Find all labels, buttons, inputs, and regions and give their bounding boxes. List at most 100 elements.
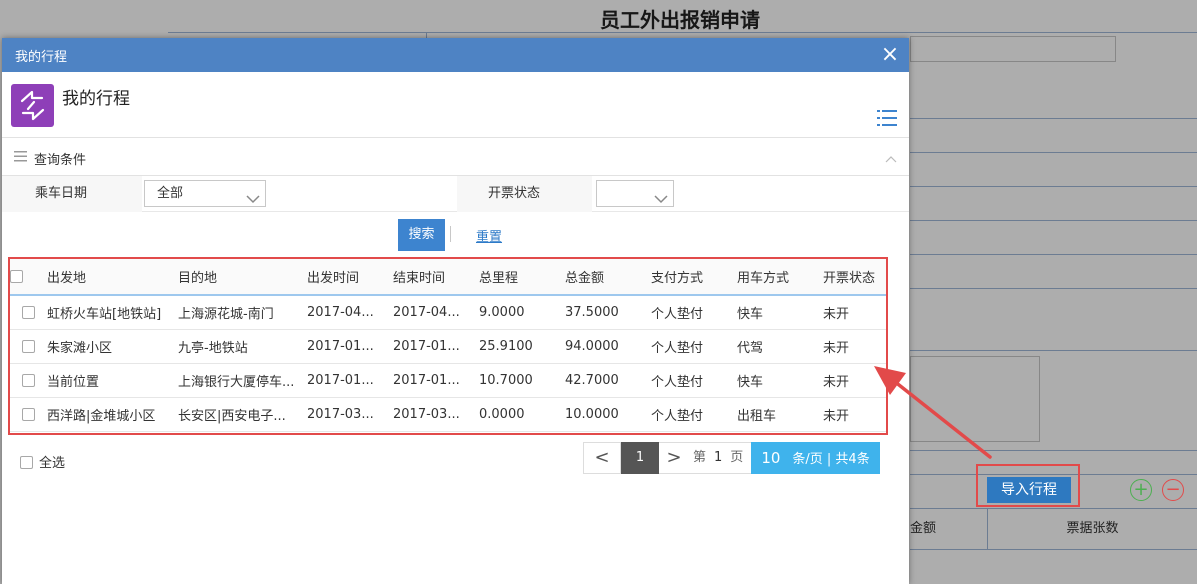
table-cell: 2017-03... [393,397,479,432]
next-page-button[interactable]: > [659,442,689,474]
table-row[interactable]: 虹桥火车站[地铁站] 上海源花城-南门 2017-04... 2017-04..… [10,295,886,330]
query-button-row: 搜索 重置 [2,212,909,258]
table-cell: 快车 [737,295,823,330]
table-cell: 当前位置 [47,363,178,398]
table-cell: 朱家滩小区 [47,329,178,364]
table-header-row: 出发地 目的地 出发时间 结束时间 总里程 总金额 支付方式 用车方式 开票状态 [10,259,886,296]
table-cell: 2017-04... [307,295,393,330]
row-select-cell[interactable] [10,397,47,432]
select-all-label: 全选 [39,456,66,471]
button-divider [450,226,451,242]
page-prefix: 第 [693,450,707,465]
row-select-cell[interactable] [10,295,47,330]
page-jump-input[interactable]: 1 [714,450,722,465]
filter-row: 乘车日期 全部 开票状态 [2,176,909,212]
table-cell: 未开 [823,363,886,398]
table-cell: 42.7000 [565,363,651,398]
table-cell: 94.0000 [565,329,651,364]
table-cell: 10.7000 [479,363,565,398]
row-select-cell[interactable] [10,363,47,398]
current-page-button[interactable]: 1 [621,442,659,474]
column-header[interactable]: 用车方式 [737,259,823,296]
row-checkbox[interactable] [22,305,35,319]
column-header[interactable]: 出发时间 [307,259,393,296]
table-cell: 2017-01... [393,329,479,364]
search-button[interactable]: 搜索 [398,219,445,251]
column-header[interactable]: 开票状态 [823,259,886,296]
dialog-header: 我的行程 × [2,38,909,72]
table-cell: 虹桥火车站[地铁站] [47,295,178,330]
table-cell: 个人垫付 [651,329,737,364]
column-header[interactable]: 出发地 [47,259,178,296]
table-cell: 快车 [737,363,823,398]
column-header[interactable]: 目的地 [178,259,307,296]
trip-table: 出发地 目的地 出发时间 结束时间 总里程 总金额 支付方式 用车方式 开票状态… [10,259,886,432]
dialog-title: 我的行程 [15,50,68,65]
ride-date-value: 全部 [157,186,184,201]
close-icon[interactable]: × [879,44,901,66]
my-trips-dialog: 我的行程 × 我的行程 查询条件 乘车日期 全部 开票状态 搜索 重置 出发地 … [2,38,909,584]
page-size-value: 10 [761,449,781,467]
page-jump: 第1页 [689,442,752,474]
invoice-status-label: 开票状态 [488,186,541,201]
table-cell: 代驾 [737,329,823,364]
page-suffix: 页 [730,450,744,465]
table-cell: 个人垫付 [651,295,737,330]
select-all-checkbox[interactable] [20,456,33,469]
table-row[interactable]: 当前位置 上海银行大厦停车... 2017-01... 2017-01... 1… [10,363,886,398]
table-cell: 九亭-地铁站 [178,329,307,364]
invoice-status-select[interactable] [596,180,674,207]
table-footer: 全选 < 1 > 第1页 10 条/页 | 共4条 [2,438,909,478]
menu-lines-icon [14,151,27,162]
table-cell: 25.9100 [479,329,565,364]
table-cell: 2017-01... [307,329,393,364]
table-cell: 2017-01... [393,363,479,398]
table-cell: 10.0000 [565,397,651,432]
table-cell: 未开 [823,329,886,364]
app-title: 我的行程 [62,89,130,109]
table-cell: 未开 [823,397,886,432]
table-cell: 2017-03... [307,397,393,432]
table-row[interactable]: 西洋路|金堆城小区 长安区|西安电子... 2017-03... 2017-03… [10,397,886,432]
row-checkbox[interactable] [22,373,35,387]
column-header[interactable]: 支付方式 [651,259,737,296]
table-cell: 0.0000 [479,397,565,432]
prev-page-button[interactable]: < [583,442,621,474]
trip-table-highlight: 出发地 目的地 出发时间 结束时间 总里程 总金额 支付方式 用车方式 开票状态… [8,257,888,435]
table-cell: 9.0000 [479,295,565,330]
table-row[interactable]: 朱家滩小区 九亭-地铁站 2017-01... 2017-01... 25.91… [10,329,886,364]
table-cell: 长安区|西安电子... [178,397,307,432]
column-header[interactable]: 总里程 [479,259,565,296]
remove-row-icon[interactable]: − [1162,479,1184,501]
table-cell: 37.5000 [565,295,651,330]
select-all[interactable]: 全选 [20,452,65,471]
add-row-icon[interactable]: + [1130,479,1152,501]
table-cell: 西洋路|金堆城小区 [47,397,178,432]
ride-date-label: 乘车日期 [35,186,88,201]
chevron-down-icon [654,188,668,204]
header-select-cell[interactable] [10,259,47,296]
table-cell: 上海银行大厦停车... [178,363,307,398]
reset-link[interactable]: 重置 [476,226,502,245]
column-header[interactable]: 总金额 [565,259,651,296]
row-checkbox[interactable] [22,339,35,353]
trip-app-icon [11,84,54,127]
ride-date-select[interactable]: 全部 [144,180,266,207]
table-cell: 2017-01... [307,363,393,398]
page-size-selector[interactable]: 10 条/页 | 共4条 [751,442,880,474]
table-cell: 个人垫付 [651,363,737,398]
chevron-up-icon[interactable] [885,152,897,163]
table-cell: 上海源花城-南门 [178,295,307,330]
pagination: < 1 > 第1页 10 条/页 | 共4条 [583,442,880,474]
list-menu-icon[interactable] [877,109,897,127]
table-cell: 2017-04... [393,295,479,330]
row-select-cell[interactable] [10,329,47,364]
pager-summary: 条/页 | 共4条 [792,452,870,467]
header-checkbox[interactable] [10,270,23,283]
app-header: 我的行程 [2,72,909,138]
column-header[interactable]: 结束时间 [393,259,479,296]
row-checkbox[interactable] [22,407,35,421]
query-conditions-bar: 查询条件 [2,138,909,176]
table-cell: 未开 [823,295,886,330]
table-cell: 个人垫付 [651,397,737,432]
